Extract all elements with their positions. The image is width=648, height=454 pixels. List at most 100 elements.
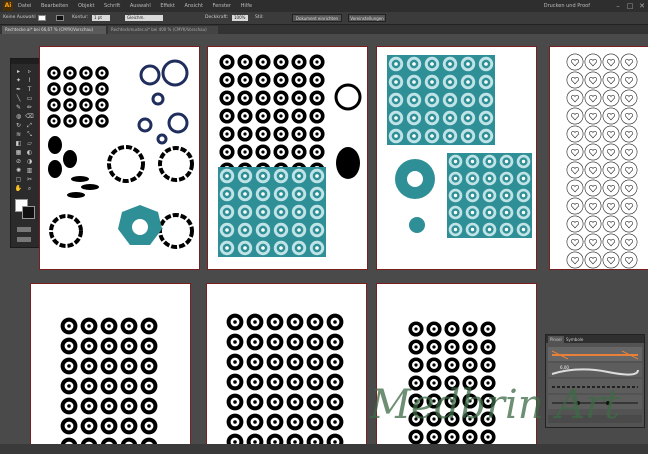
artboard-2[interactable] bbox=[207, 46, 368, 270]
motif-center bbox=[127, 364, 131, 368]
shape-builder-tool-icon[interactable]: ◧ bbox=[14, 139, 23, 148]
motif-center bbox=[333, 420, 337, 424]
stroke-color-swatch[interactable] bbox=[56, 15, 64, 21]
stroke-weight-field[interactable]: 1 pt bbox=[92, 15, 110, 21]
maximize-icon[interactable]: □ bbox=[624, 0, 636, 12]
brush-size-value: 6,00 bbox=[560, 365, 569, 370]
mesh-tool-icon[interactable]: ▦ bbox=[14, 148, 23, 157]
outline-heart bbox=[606, 167, 616, 175]
menu-item-file[interactable]: Datei bbox=[18, 3, 31, 9]
menu-item-object[interactable]: Objekt bbox=[78, 3, 94, 9]
artboard-tool-icon[interactable]: ▢ bbox=[14, 175, 23, 184]
screen-mode-button[interactable] bbox=[17, 237, 31, 242]
outline-heart bbox=[606, 239, 616, 247]
type-tool-icon[interactable]: T bbox=[25, 85, 34, 94]
tab-rechteckmuster[interactable]: Rechteckmuster.ai* bei 400 % (CMYK/Vorsc… bbox=[108, 26, 218, 34]
blend-tool-icon[interactable]: ◑ bbox=[25, 157, 34, 166]
motif-center bbox=[450, 345, 454, 349]
motif-center bbox=[261, 150, 265, 154]
free-transform-tool-icon[interactable]: ⤡ bbox=[25, 130, 34, 139]
minimize-icon[interactable]: – bbox=[612, 0, 624, 12]
close-icon[interactable]: ✕ bbox=[636, 0, 648, 12]
eraser-tool-icon[interactable]: ⌫ bbox=[25, 112, 34, 121]
teal-center bbox=[394, 80, 398, 84]
workspace-switcher[interactable]: Drucken und Proof bbox=[544, 0, 590, 12]
tab-rechtecke[interactable]: Rechtecke.ai* bei 66,67 % (CMYK/Vorschau… bbox=[2, 26, 106, 34]
teal-center bbox=[484, 62, 488, 66]
lasso-tool-icon[interactable]: ⌇ bbox=[25, 76, 34, 85]
artboard-7[interactable] bbox=[376, 283, 537, 454]
menu-item-type[interactable]: Schrift bbox=[104, 3, 120, 9]
brush-tool-icon[interactable]: ✎ bbox=[14, 103, 23, 112]
preferences-button[interactable]: Voreinstellungen bbox=[348, 14, 386, 22]
drawing-modes[interactable] bbox=[17, 227, 31, 232]
motif-center bbox=[84, 87, 88, 91]
motif-center bbox=[273, 340, 277, 344]
teal-center bbox=[504, 210, 509, 215]
teal-center bbox=[430, 62, 434, 66]
brush-row-1[interactable] bbox=[548, 347, 642, 361]
menu-item-edit[interactable]: Bearbeiten bbox=[41, 3, 68, 9]
perspective-tool-icon[interactable]: ▱ bbox=[25, 139, 34, 148]
motif-center bbox=[233, 340, 237, 344]
outline-ring bbox=[566, 179, 584, 197]
eyedropper-tool-icon[interactable]: ⊘ bbox=[14, 157, 23, 166]
stroke-swatch[interactable] bbox=[22, 206, 35, 219]
outline-ring bbox=[566, 125, 584, 143]
menu-item-effect[interactable]: Effekt bbox=[160, 3, 175, 9]
menu-item-view[interactable]: Ansicht bbox=[184, 3, 202, 9]
motif-center bbox=[147, 404, 151, 408]
outline-ring bbox=[566, 251, 584, 269]
tab-symbols[interactable]: Symbole bbox=[564, 336, 585, 343]
motif-center bbox=[273, 420, 277, 424]
rectangle-tool-icon[interactable]: ▭ bbox=[25, 94, 34, 103]
artboard-5[interactable] bbox=[30, 283, 191, 454]
motif-center bbox=[67, 364, 71, 368]
scale-tool-icon[interactable]: ⤢ bbox=[25, 121, 34, 130]
navy-ring bbox=[137, 117, 153, 133]
rotate-tool-icon[interactable]: ↻ bbox=[14, 121, 23, 130]
zoom-tool-icon[interactable]: ⌕ bbox=[25, 184, 34, 193]
graph-tool-icon[interactable]: ▥ bbox=[25, 166, 34, 175]
document-setup-button[interactable]: Dokument einrichten bbox=[292, 14, 342, 22]
motif-center bbox=[293, 340, 297, 344]
direct-selection-tool-icon[interactable]: ▹ bbox=[25, 67, 34, 76]
motif-center bbox=[147, 424, 151, 428]
teal-center bbox=[243, 192, 247, 196]
panel-header[interactable]: Pinsel Symbole bbox=[546, 335, 644, 343]
pencil-tool-icon[interactable]: ✏ bbox=[25, 103, 34, 112]
fill-color-swatch[interactable] bbox=[38, 15, 46, 21]
menu-item-select[interactable]: Auswahl bbox=[130, 3, 151, 9]
motif-center bbox=[84, 119, 88, 123]
tools-panel-grip[interactable] bbox=[11, 59, 39, 64]
horizontal-scrollbar[interactable] bbox=[0, 444, 648, 454]
artboard-3-artwork bbox=[387, 55, 532, 238]
opacity-field[interactable]: 100% bbox=[232, 15, 248, 21]
menu-item-help[interactable]: Hilfe bbox=[241, 3, 252, 9]
gradient-tool-icon[interactable]: ◐ bbox=[25, 148, 34, 157]
width-tool-icon[interactable]: ≋ bbox=[14, 130, 23, 139]
selection-tool-icon[interactable]: ▸ bbox=[14, 67, 23, 76]
teal-center bbox=[225, 174, 229, 178]
magic-wand-tool-icon[interactable]: ✦ bbox=[14, 76, 23, 85]
motif-center bbox=[107, 344, 111, 348]
artboard-6[interactable] bbox=[206, 283, 367, 454]
pen-tool-icon[interactable]: ✒ bbox=[14, 85, 23, 94]
outline-heart bbox=[624, 95, 634, 103]
slice-tool-icon[interactable]: ✂ bbox=[25, 175, 34, 184]
teal-center bbox=[297, 192, 301, 196]
menu-item-window[interactable]: Fenster bbox=[213, 3, 232, 9]
line-tool-icon[interactable]: ╲ bbox=[14, 94, 23, 103]
symbol-sprayer-tool-icon[interactable]: ✺ bbox=[14, 166, 23, 175]
artboard-1[interactable] bbox=[39, 46, 200, 270]
tab-brushes[interactable]: Pinsel bbox=[548, 336, 564, 343]
outline-ring bbox=[602, 125, 620, 143]
hand-tool-icon[interactable]: ✋ bbox=[14, 184, 23, 193]
brush-row-2[interactable]: 6,00 bbox=[548, 363, 642, 377]
artboard-3[interactable] bbox=[376, 46, 537, 270]
outline-heart bbox=[570, 203, 580, 211]
blob-brush-tool-icon[interactable]: ◍ bbox=[14, 112, 23, 121]
brush-definition-field[interactable]: Gleichm. bbox=[125, 15, 163, 21]
artboard-4[interactable] bbox=[549, 46, 648, 270]
teal-center bbox=[487, 176, 492, 181]
